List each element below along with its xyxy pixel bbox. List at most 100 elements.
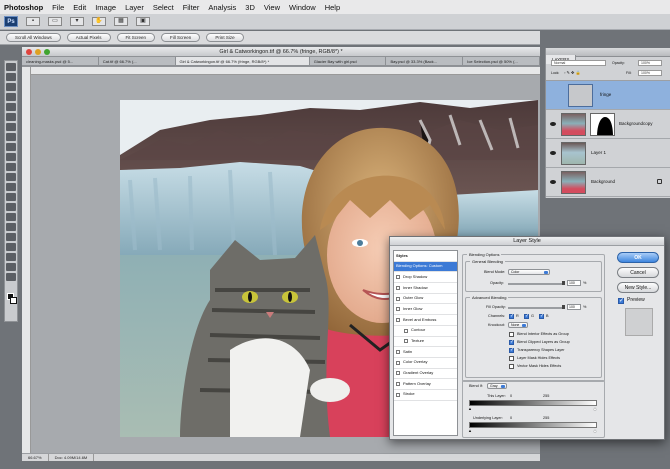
blend-clipped-layers-checkbox[interactable] [509,339,514,345]
style-checkbox[interactable] [396,371,400,376]
fill-field[interactable]: 100% [638,70,662,76]
scroll-all-windows-checkbox[interactable]: Scroll All Windows [6,33,61,42]
type-tool-icon[interactable] [6,213,16,221]
view-extras-icon[interactable]: ▭ [48,17,62,26]
clone-stamp-tool-icon[interactable] [6,143,16,151]
lasso-tool-icon[interactable] [6,83,16,91]
menu-edit[interactable]: Edit [73,3,86,12]
style-checkbox[interactable] [396,382,400,387]
blend-mode-dropdown[interactable]: Color [508,269,550,275]
style-inner-glow[interactable]: Inner Glow [394,304,457,316]
pen-tool-icon[interactable] [6,203,16,211]
history-brush-tool-icon[interactable] [6,153,16,161]
shape-tool-icon[interactable] [6,233,16,241]
menu-view[interactable]: View [264,3,280,12]
style-checkbox[interactable] [404,328,408,333]
style-checkbox[interactable] [396,307,400,312]
style-checkbox[interactable] [396,285,400,290]
channel-b-checkbox[interactable] [539,313,544,319]
crop-tool-icon[interactable] [6,103,16,111]
3d-rotate-tool-icon[interactable] [6,243,16,251]
menu-analysis[interactable]: Analysis [208,3,236,12]
healing-brush-tool-icon[interactable] [6,123,16,131]
fill-opacity-input[interactable]: 100 [567,304,581,310]
style-outer-glow[interactable]: Outer Glow [394,294,457,305]
tab-cat[interactable]: Cat.tif @ 66.7% (... [99,57,176,65]
dodge-tool-icon[interactable] [6,193,16,201]
fill-screen-button[interactable]: Fill Screen [161,33,201,42]
style-checkbox[interactable] [396,392,400,397]
menu-file[interactable]: File [52,3,64,12]
new-style-button[interactable]: New Style... [617,282,659,293]
path-selection-tool-icon[interactable] [6,223,16,231]
underlying-black-handle-icon[interactable]: ▲ [468,428,472,433]
menu-3d[interactable]: 3D [245,3,255,12]
zoom-level-icon[interactable]: ▾ [70,17,84,26]
quick-selection-tool-icon[interactable] [6,93,16,101]
this-layer-white-handle-icon[interactable]: ▲ [593,406,597,411]
fill-opacity-slider-knob[interactable] [562,305,565,309]
menu-window[interactable]: Window [289,3,316,12]
actual-pixels-button[interactable]: Actual Pixels [66,33,111,42]
eraser-tool-icon[interactable] [6,163,16,171]
style-checkbox[interactable] [396,275,400,280]
blur-tool-icon[interactable] [6,183,16,191]
fit-screen-button[interactable]: Fit Screen [116,33,156,42]
tab-bay[interactable]: Bay.psd @ 33.3% (Back... [386,57,464,65]
hand-tool-icon[interactable] [6,263,16,271]
hand-tool-icon[interactable]: ✋ [92,17,106,26]
style-checkbox[interactable] [396,360,400,365]
channel-r-checkbox[interactable] [509,313,514,319]
visibility-eye-icon[interactable] [550,151,556,155]
lock-options-icon[interactable]: ▫ ✎ ✥ 🔒 [564,70,580,75]
fill-opacity-slider[interactable] [508,305,565,309]
tab-cleaning-masks[interactable]: cleaning-masks.psd @ 5... [22,57,99,65]
this-layer-black-handle-icon[interactable]: ▲ [468,406,472,411]
style-blending-options[interactable]: Blending Options: Custom [394,261,457,273]
zoom-tool-icon[interactable] [6,273,16,281]
bridge-icon[interactable]: ▪ [26,17,40,26]
menu-filter[interactable]: Filter [183,3,200,12]
layer-mask-thumbnail[interactable] [590,113,615,136]
document-title-bar[interactable]: Girl & Catworkingon.tif @ 66.7% (fringe,… [22,47,540,57]
style-pattern-overlay[interactable]: Pattern Overlay [394,379,457,390]
style-checkbox[interactable] [404,339,408,344]
screen-mode-icon[interactable]: ▣ [136,17,150,26]
opacity-input[interactable]: 100 [567,280,581,286]
minimize-window-icon[interactable] [35,49,41,55]
close-window-icon[interactable] [26,49,32,55]
style-checkbox[interactable] [396,350,400,355]
ok-button[interactable]: OK [617,252,659,263]
opacity-slider-knob[interactable] [562,281,565,285]
menu-help[interactable]: Help [325,3,340,12]
menu-select[interactable]: Select [153,3,174,12]
layer-row-layer-1[interactable]: Layer 1 [546,139,670,168]
layer-row-fringe[interactable]: fringe [546,81,670,110]
this-layer-gradient-slider[interactable] [469,400,597,406]
visibility-eye-icon[interactable] [550,122,556,126]
brush-tool-icon[interactable] [6,133,16,141]
style-bevel-emboss[interactable]: Bevel and Emboss [394,315,457,326]
transparency-shapes-layer-checkbox[interactable] [509,347,514,353]
blend-interior-effects-checkbox[interactable] [509,332,514,337]
cancel-button[interactable]: Cancel [617,267,659,278]
gradient-tool-icon[interactable] [6,173,16,181]
opacity-field[interactable]: 100% [638,60,662,66]
zoom-readout[interactable]: 66.67% [28,454,49,461]
menu-image[interactable]: Image [95,3,116,12]
layer-mask-hides-effects-checkbox[interactable] [509,356,514,361]
eyedropper-tool-icon[interactable] [6,113,16,121]
style-texture[interactable]: Texture [394,337,457,348]
style-checkbox[interactable] [396,317,400,322]
visibility-eye-icon[interactable] [550,180,556,184]
style-inner-shadow[interactable]: Inner Shadow [394,283,457,294]
style-satin[interactable]: Satin [394,347,457,358]
knockout-dropdown[interactable]: None [508,322,528,328]
horizontal-ruler[interactable] [31,67,540,75]
style-stroke[interactable]: Stroke [394,390,457,401]
style-checkbox[interactable] [396,296,400,301]
layer-row-background[interactable]: Background [546,168,670,197]
style-contour[interactable]: Contour [394,326,457,337]
tab-glacier-bay[interactable]: Glacier Bay with girl.psd [310,57,387,65]
zoom-window-icon[interactable] [44,49,50,55]
